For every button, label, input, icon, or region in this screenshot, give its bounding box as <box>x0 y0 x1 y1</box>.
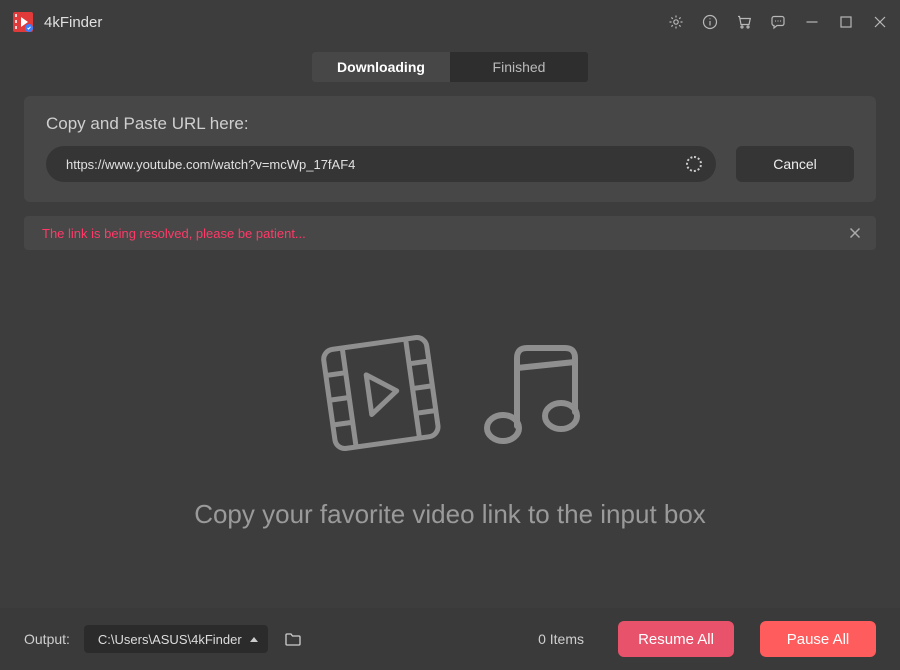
bottom-bar: Output: C:\Users\ASUS\4kFinder 0 Items R… <box>0 608 900 670</box>
minimize-icon[interactable] <box>804 14 820 30</box>
settings-icon[interactable] <box>668 14 684 30</box>
tab-row: Downloading Finished <box>0 44 900 96</box>
empty-illustration-icon <box>311 329 589 459</box>
notice-close-icon[interactable] <box>848 226 862 240</box>
app-title: 4kFinder <box>44 14 102 31</box>
url-label: Copy and Paste URL here: <box>46 114 854 134</box>
resume-all-button[interactable]: Resume All <box>618 621 734 657</box>
output-path-text: C:\Users\ASUS\4kFinder <box>98 632 242 647</box>
items-count: 0 Items <box>538 631 584 647</box>
caret-up-icon <box>250 637 258 642</box>
pause-all-button[interactable]: Pause All <box>760 621 876 657</box>
titlebar: 4kFinder <box>0 0 900 44</box>
open-folder-button[interactable] <box>282 628 304 650</box>
cancel-button[interactable]: Cancel <box>736 146 854 182</box>
loading-spinner-icon <box>686 156 702 172</box>
maximize-icon[interactable] <box>838 14 854 30</box>
output-label: Output: <box>24 631 70 647</box>
tab-finished[interactable]: Finished <box>450 52 588 82</box>
tab-downloading[interactable]: Downloading <box>312 52 450 82</box>
url-input[interactable] <box>66 157 686 172</box>
info-icon[interactable] <box>702 14 718 30</box>
empty-hint-text: Copy your favorite video link to the inp… <box>194 499 706 530</box>
close-icon[interactable] <box>872 14 888 30</box>
output-path-select[interactable]: C:\Users\ASUS\4kFinder <box>84 625 268 653</box>
empty-state: Copy your favorite video link to the inp… <box>0 250 900 608</box>
notice-bar: The link is being resolved, please be pa… <box>24 216 876 250</box>
url-panel: Copy and Paste URL here: Cancel <box>24 96 876 202</box>
app-logo-icon <box>12 11 34 33</box>
url-input-wrap <box>46 146 716 182</box>
notice-text: The link is being resolved, please be pa… <box>42 226 848 241</box>
chat-icon[interactable] <box>770 14 786 30</box>
cart-icon[interactable] <box>736 14 752 30</box>
